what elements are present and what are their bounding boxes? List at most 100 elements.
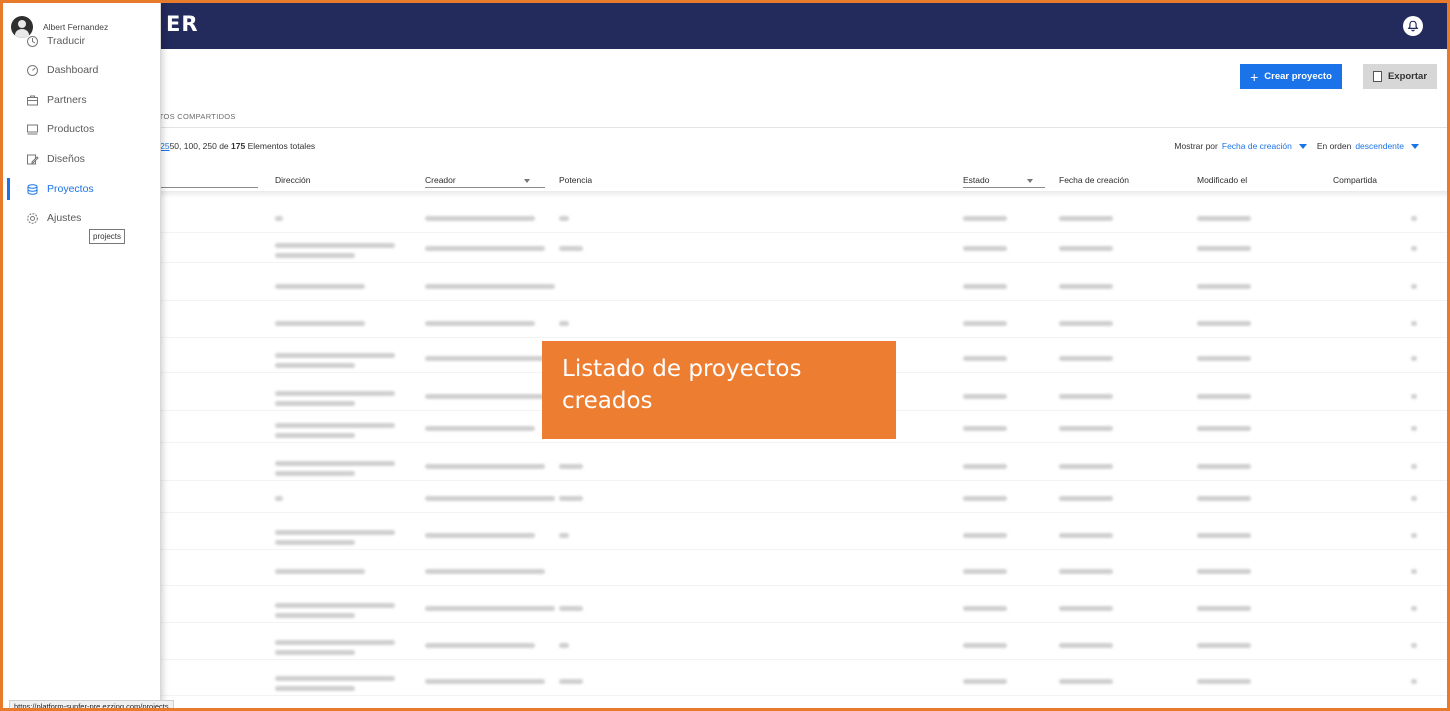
blurred-cell <box>963 216 1007 221</box>
blurred-cell <box>559 533 569 538</box>
table-row[interactable] <box>153 593 1447 623</box>
sort-order-label: En orden <box>1316 141 1352 151</box>
monitor-icon <box>27 124 38 134</box>
chevron-down-icon[interactable] <box>1298 143 1307 149</box>
blurred-cell <box>425 606 555 611</box>
sort-controls: Mostrar por Fecha de creación En orden d… <box>1174 141 1425 151</box>
sidebar-item-dashboard[interactable]: Dashboard <box>3 59 161 81</box>
blurred-cell <box>1059 496 1113 501</box>
blurred-cell <box>1059 464 1113 469</box>
blurred-cell <box>559 464 583 469</box>
sort-order-select[interactable]: descendente <box>1355 141 1404 151</box>
blurred-cell <box>275 686 355 691</box>
notifications-bell-icon[interactable] <box>1403 16 1423 36</box>
blurred-cell <box>1411 496 1417 501</box>
table-row[interactable] <box>153 556 1447 586</box>
table-row[interactable] <box>153 203 1447 233</box>
creador-filter-underline <box>425 187 545 188</box>
pencil-icon <box>27 154 39 164</box>
blurred-cell <box>963 284 1007 289</box>
sidebar-item-label: Ajustes <box>47 212 82 224</box>
sort-field-select[interactable]: Fecha de creación <box>1222 141 1292 151</box>
blurred-cell <box>275 603 395 608</box>
blurred-cell <box>963 606 1007 611</box>
blurred-cell <box>1059 284 1113 289</box>
blurred-cell <box>275 676 395 681</box>
chevron-down-icon[interactable] <box>523 178 530 183</box>
blurred-cell <box>1197 643 1251 648</box>
translate-icon <box>27 35 38 47</box>
sidebar-item-ajustes[interactable]: Ajustes <box>3 207 161 229</box>
blurred-cell <box>425 216 535 221</box>
blurred-cell <box>1411 464 1417 469</box>
sidebar-item-disenos[interactable]: Diseños <box>3 148 161 170</box>
blurred-cell <box>275 391 395 396</box>
blurred-cell <box>275 401 355 406</box>
blurred-cell <box>1059 394 1113 399</box>
blurred-cell <box>1059 356 1113 361</box>
blurred-cell <box>1197 284 1251 289</box>
table-header: Dirección Creador Potencia Estado Fecha … <box>153 169 1447 191</box>
blurred-cell <box>275 216 283 221</box>
blurred-cell <box>1411 246 1417 251</box>
blurred-cell <box>275 530 395 535</box>
column-estado[interactable]: Estado <box>963 175 1034 185</box>
page-size-current[interactable]: 25 <box>160 141 169 151</box>
blurred-cell <box>1059 321 1113 326</box>
plus-icon: + <box>1250 68 1259 85</box>
sidebar-item-productos[interactable]: Productos <box>3 118 161 140</box>
blurred-cell <box>559 246 583 251</box>
blurred-cell <box>963 496 1007 501</box>
blurred-cell <box>559 679 583 684</box>
blurred-cell <box>1059 216 1113 221</box>
blurred-cell <box>559 496 583 501</box>
blurred-cell <box>275 613 355 618</box>
header-shadow <box>153 192 1447 198</box>
sidebar-item-traducir[interactable]: Traducir <box>3 30 161 52</box>
column-creador[interactable]: Creador <box>425 175 530 185</box>
sidebar-item-label: Productos <box>47 123 95 135</box>
column-compartida[interactable]: Compartida <box>1333 175 1377 185</box>
blurred-cell <box>275 471 355 476</box>
sidebar-item-proyectos[interactable]: Proyectos <box>3 178 161 200</box>
document-icon <box>1372 71 1382 82</box>
column-direccion[interactable]: Dirección <box>275 175 310 185</box>
blurred-cell <box>963 533 1007 538</box>
blurred-cell <box>275 540 355 545</box>
table-row[interactable] <box>153 483 1447 513</box>
table-row[interactable] <box>153 666 1447 696</box>
blurred-cell <box>275 640 395 645</box>
blurred-cell <box>1059 679 1113 684</box>
blurred-cell <box>1059 246 1113 251</box>
table-row[interactable] <box>153 630 1447 660</box>
table-row[interactable] <box>153 308 1447 338</box>
blurred-cell <box>1059 426 1113 431</box>
export-button[interactable]: Exportar <box>1363 64 1437 89</box>
blurred-cell <box>559 606 583 611</box>
sidebar: Albert Fernandez Traducir Dashboard Part… <box>3 3 161 708</box>
sidebar-item-label: Proyectos <box>47 183 94 195</box>
blurred-cell <box>275 569 365 574</box>
column-modificado[interactable]: Modificado el <box>1197 175 1247 185</box>
layers-icon <box>27 183 38 195</box>
tab-divider <box>153 127 1447 128</box>
column-fecha-creacion[interactable]: Fecha de creación <box>1059 175 1129 185</box>
create-project-button[interactable]: + Crear proyecto <box>1240 64 1342 89</box>
blurred-cell <box>1197 606 1251 611</box>
table-row[interactable] <box>153 451 1447 481</box>
chevron-down-icon[interactable] <box>1411 143 1419 149</box>
dashboard-icon <box>27 64 38 76</box>
page-size-options[interactable]: 50, 100, 250 de <box>170 141 229 151</box>
blurred-cell <box>1411 284 1417 289</box>
sidebar-item-partners[interactable]: Partners <box>3 89 161 111</box>
table-row[interactable] <box>153 271 1447 301</box>
blurred-cell <box>425 246 545 251</box>
blurred-cell <box>1059 533 1113 538</box>
blurred-cell <box>963 246 1007 251</box>
chevron-down-icon[interactable] <box>1027 178 1034 183</box>
table-row[interactable] <box>153 233 1447 263</box>
table-row[interactable] <box>153 520 1447 550</box>
tab-shared-projects[interactable]: CTOS COMPARTIDOS <box>153 112 236 121</box>
column-potencia[interactable]: Potencia <box>559 175 592 185</box>
blurred-cell <box>425 496 555 501</box>
